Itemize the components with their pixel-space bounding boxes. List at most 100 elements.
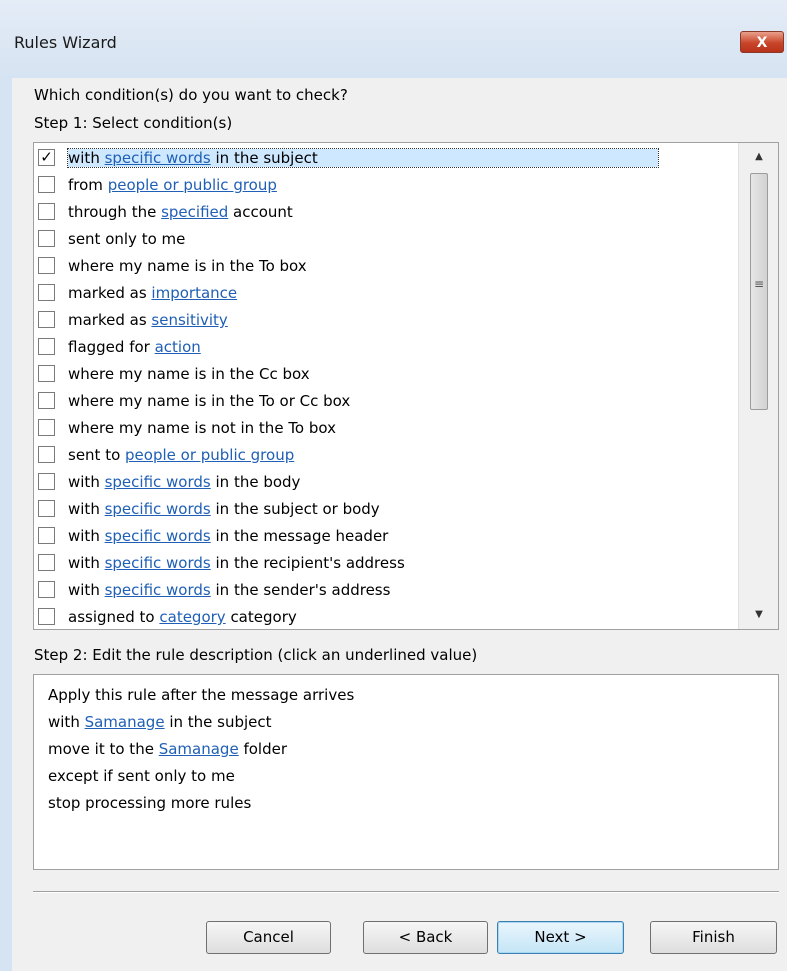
condition-link[interactable]: specific words <box>105 500 211 518</box>
condition-text: with specific words in the body <box>68 473 300 491</box>
checkbox[interactable] <box>38 581 55 598</box>
description-text: folder <box>238 740 287 758</box>
description-text: except if sent only to me <box>48 767 235 785</box>
window-frame <box>0 78 12 971</box>
checkbox[interactable] <box>38 176 55 193</box>
checkbox[interactable] <box>38 500 55 517</box>
back-button[interactable]: < Back <box>363 921 488 954</box>
finish-button[interactable]: Finish <box>650 921 777 954</box>
condition-item[interactable]: with specific words in the message heade… <box>34 523 738 550</box>
description-line: Apply this rule after the message arrive… <box>48 682 778 709</box>
condition-item[interactable]: marked as sensitivity <box>34 307 738 334</box>
checkbox[interactable] <box>38 284 55 301</box>
description-link[interactable]: Samanage <box>85 713 165 731</box>
condition-text-part: through the <box>68 203 162 221</box>
condition-text-part: where my name is not in the To box <box>68 419 336 437</box>
condition-item[interactable]: where my name is in the To or Cc box <box>34 388 738 415</box>
condition-link[interactable]: specific words <box>105 473 211 491</box>
condition-link[interactable]: people or public group <box>125 446 294 464</box>
condition-text-part: category <box>225 608 297 626</box>
description-link[interactable]: Samanage <box>159 740 239 758</box>
condition-text-part: with <box>68 500 105 518</box>
grip-icon: ≡ <box>753 277 765 291</box>
condition-item[interactable]: sent only to me <box>34 226 738 253</box>
condition-item[interactable]: sent to people or public group <box>34 442 738 469</box>
condition-text: marked as importance <box>68 284 237 302</box>
checkbox[interactable] <box>38 419 55 436</box>
condition-link[interactable]: specific words <box>105 581 211 599</box>
description-line: move it to the Samanage folder <box>48 736 778 763</box>
condition-item[interactable]: with specific words in the body <box>34 469 738 496</box>
condition-link[interactable]: specified <box>161 203 228 221</box>
condition-text: with specific words in the subject or bo… <box>68 500 380 518</box>
next-button[interactable]: Next > <box>497 921 624 954</box>
checkbox[interactable] <box>38 473 55 490</box>
condition-text: sent only to me <box>68 230 185 248</box>
checkbox[interactable] <box>38 365 55 382</box>
condition-text: with specific words in the message heade… <box>68 527 388 545</box>
condition-link[interactable]: action <box>155 338 201 356</box>
scroll-thumb[interactable]: ≡ <box>750 173 768 410</box>
checkbox[interactable] <box>38 338 55 355</box>
description-line: stop processing more rules <box>48 790 778 817</box>
condition-item[interactable]: assigned to category category <box>34 604 738 629</box>
condition-item[interactable]: marked as importance <box>34 280 738 307</box>
checkbox[interactable] <box>38 392 55 409</box>
close-button[interactable]: X <box>740 31 784 53</box>
title-bar: Rules Wizard X <box>0 0 787 78</box>
condition-text: where my name is in the To or Cc box <box>68 392 350 410</box>
description-text: with <box>48 713 85 731</box>
checkbox[interactable] <box>38 203 55 220</box>
condition-link[interactable]: sensitivity <box>151 311 227 329</box>
checkbox-checked[interactable]: ✓ <box>38 149 55 166</box>
condition-item[interactable]: where my name is in the To box <box>34 253 738 280</box>
checkbox[interactable] <box>38 446 55 463</box>
checkbox[interactable] <box>38 311 55 328</box>
condition-text-part: where my name is in the To or Cc box <box>68 392 351 410</box>
condition-item[interactable]: through the specified account <box>34 199 738 226</box>
vertical-scrollbar[interactable]: ▲ ≡ ▼ <box>738 143 778 629</box>
condition-item[interactable]: with specific words in the sender's addr… <box>34 577 738 604</box>
description-text: Apply this rule after the message arrive… <box>48 686 355 704</box>
condition-item[interactable]: with specific words in the subject or bo… <box>34 496 738 523</box>
description-line: except if sent only to me <box>48 763 778 790</box>
condition-text: with specific words in the recipient's a… <box>68 554 405 572</box>
condition-text-part: with <box>68 527 105 545</box>
condition-text-part: account <box>228 203 293 221</box>
rules-wizard-dialog: Rules Wizard X Which condition(s) do you… <box>0 0 787 971</box>
scroll-down-arrow-icon[interactable]: ▼ <box>739 601 778 629</box>
condition-link[interactable]: specific words <box>105 554 211 572</box>
description-text: move it to the <box>48 740 159 758</box>
checkbox[interactable] <box>38 554 55 571</box>
conditions-listbox[interactable]: ✓ with specific words in the subject from … <box>33 142 779 630</box>
checkbox[interactable] <box>38 608 55 625</box>
checkbox[interactable] <box>38 527 55 544</box>
condition-text-part: marked as <box>68 311 152 329</box>
condition-item[interactable]: flagged for action <box>34 334 738 361</box>
scroll-up-arrow-icon[interactable]: ▲ <box>739 143 778 171</box>
condition-link[interactable]: category <box>159 608 225 626</box>
cancel-button[interactable]: Cancel <box>206 921 331 954</box>
condition-link[interactable]: specific words <box>105 149 211 167</box>
condition-item[interactable]: where my name is not in the To box <box>34 415 738 442</box>
checkbox[interactable] <box>38 257 55 274</box>
condition-item[interactable]: ✓ with specific words in the subject <box>34 145 738 172</box>
condition-text: flagged for action <box>68 338 201 356</box>
condition-item[interactable]: from people or public group <box>34 172 738 199</box>
condition-text: marked as sensitivity <box>68 311 228 329</box>
condition-text-part: where my name is in the To box <box>68 257 307 275</box>
conditions-list: ✓ with specific words in the subject from … <box>34 145 738 629</box>
rule-description-box: Apply this rule after the message arrive… <box>33 674 779 870</box>
condition-link[interactable]: people or public group <box>108 176 277 194</box>
condition-item[interactable]: where my name is in the Cc box <box>34 361 738 388</box>
checkbox[interactable] <box>38 230 55 247</box>
condition-text: through the specified account <box>68 203 293 221</box>
condition-link[interactable]: specific words <box>105 527 211 545</box>
condition-link[interactable]: importance <box>151 284 237 302</box>
condition-text-part: in the subject or body <box>210 500 380 518</box>
condition-text: assigned to category category <box>68 608 297 626</box>
question-text: Which condition(s) do you want to check? <box>34 86 348 104</box>
description-text: in the subject <box>164 713 272 731</box>
condition-item[interactable]: with specific words in the recipient's a… <box>34 550 738 577</box>
condition-text: with specific words in the subject <box>67 148 659 168</box>
